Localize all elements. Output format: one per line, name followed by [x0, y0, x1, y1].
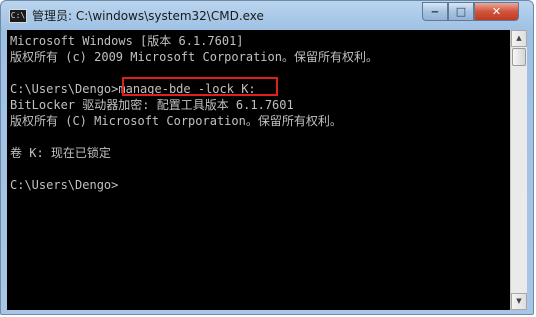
- window-title: 管理员: C:\windows\system32\CMD.exe: [32, 9, 264, 23]
- close-button[interactable]: ✕: [474, 2, 519, 21]
- arrow-down-icon: ▼: [516, 297, 522, 305]
- cmd-icon[interactable]: C:\: [9, 9, 27, 23]
- console-output[interactable]: Microsoft Windows [版本 6.1.7601] 版权所有 (c)…: [7, 30, 510, 310]
- cmd-window: C:\ 管理员: C:\windows\system32\CMD.exe ‒ □…: [0, 0, 534, 315]
- title-bar[interactable]: C:\ 管理员: C:\windows\system32\CMD.exe ‒ □…: [1, 1, 533, 31]
- console-line: Microsoft Windows [版本 6.1.7601]: [10, 34, 244, 48]
- current-prompt: C:\Users\Dengo>: [10, 178, 119, 192]
- minimize-icon: ‒: [431, 5, 439, 18]
- close-icon: ✕: [491, 5, 502, 18]
- vertical-scrollbar[interactable]: ▲ ▼: [510, 30, 527, 310]
- minimize-button[interactable]: ‒: [422, 2, 448, 21]
- maximize-button[interactable]: □: [448, 2, 474, 21]
- console-line: 版权所有 (c) 2009 Microsoft Corporation。保留所有…: [10, 50, 378, 64]
- console-line: BitLocker 驱动器加密: 配置工具版本 6.1.7601: [10, 98, 294, 112]
- status-line: 卷 K: 现在已锁定: [10, 146, 111, 160]
- command-highlight-box: [122, 77, 278, 96]
- maximize-icon: □: [455, 5, 467, 18]
- scroll-thumb[interactable]: [512, 48, 526, 66]
- scroll-up-button[interactable]: ▲: [511, 30, 527, 47]
- arrow-up-icon: ▲: [516, 34, 522, 42]
- scroll-down-button[interactable]: ▼: [511, 293, 527, 310]
- console-line: 版权所有 (C) Microsoft Corporation。保留所有权利。: [10, 114, 342, 128]
